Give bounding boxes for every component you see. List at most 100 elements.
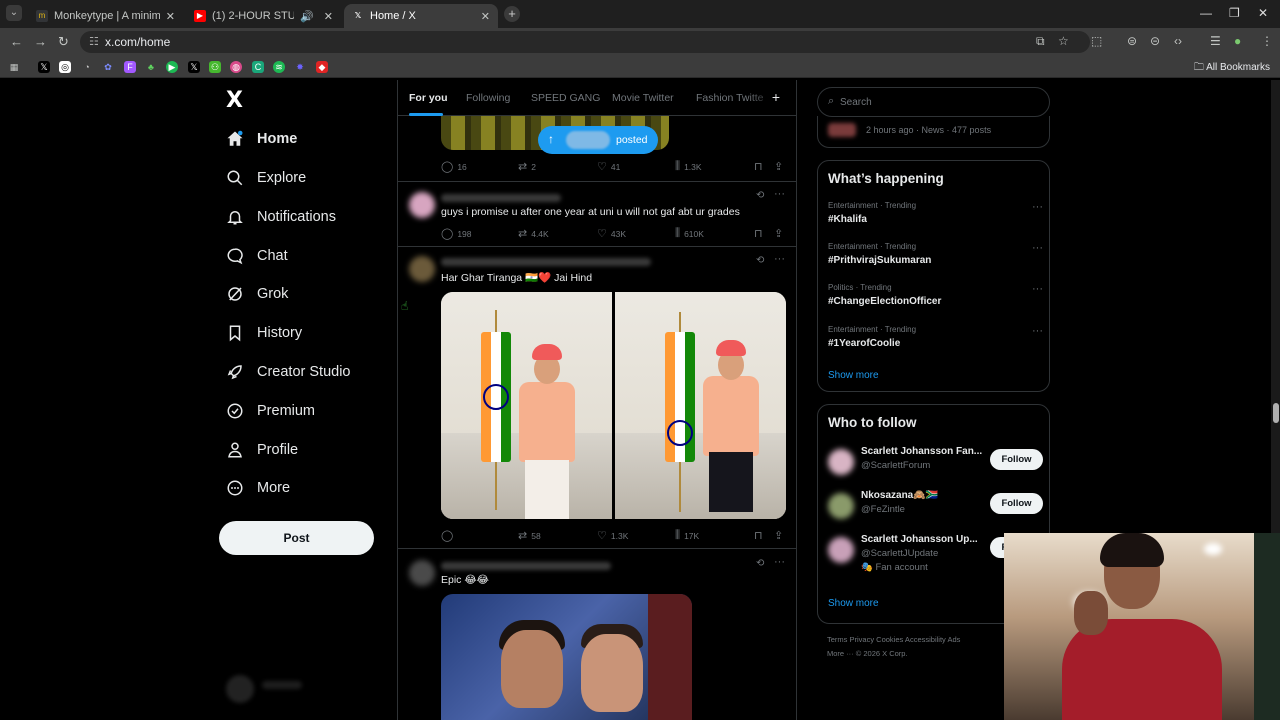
news-item[interactable]: 2 hours ago · News · 477 posts xyxy=(817,116,1050,148)
share-button[interactable]: ⇪ xyxy=(774,529,787,542)
more-icon[interactable]: ··· xyxy=(1032,325,1043,337)
tab-following[interactable]: Following xyxy=(466,92,510,104)
more-icon[interactable]: ··· xyxy=(1032,283,1043,295)
tab-search-button[interactable]: ⌄ xyxy=(6,5,22,21)
bookmark-play-icon[interactable]: ▶ xyxy=(166,61,178,73)
more-icon[interactable]: ··· xyxy=(774,253,785,265)
devtools-icon[interactable]: ‹› xyxy=(1174,34,1182,48)
trend-item[interactable]: Entertainment · Trending #Khalifa ··· xyxy=(828,201,1043,241)
views-button[interactable]: ⫼ 1.3K xyxy=(675,160,702,173)
new-posts-pill[interactable]: ↑ posted xyxy=(538,126,658,154)
views-button[interactable]: ⫼ 17K xyxy=(675,529,699,542)
post-button[interactable]: Post xyxy=(219,521,374,555)
like-button[interactable]: ♡ 1.3K xyxy=(597,529,628,542)
scrollbar-thumb[interactable] xyxy=(1273,403,1279,423)
x-logo[interactable]: X xyxy=(226,88,243,113)
bookmark-button[interactable]: ⊓ xyxy=(754,529,767,542)
bookmark-icon[interactable]: ♣ xyxy=(145,61,157,73)
repost-button[interactable]: ⇄ 2 xyxy=(518,160,536,173)
close-tab-icon[interactable]: ✕ xyxy=(166,10,175,23)
more-icon[interactable]: ··· xyxy=(1032,201,1043,213)
post-photo[interactable] xyxy=(615,292,786,519)
post[interactable]: ⟲ ··· guys i promise u after one year at… xyxy=(398,181,796,246)
follow-suggestion[interactable]: Scarlett Johansson Fan... @ScarlettForum… xyxy=(828,446,1043,486)
browser-tab-x[interactable]: 𝕏 Home / X ✕ xyxy=(344,4,498,28)
reply-button[interactable]: ◯ 198 xyxy=(441,227,472,240)
bookmark-x-icon[interactable]: 𝕏 xyxy=(38,61,50,73)
bookmark-figma-icon[interactable]: F xyxy=(124,61,136,73)
bookmark-spotify-icon[interactable]: ≋ xyxy=(273,61,285,73)
account-switcher[interactable] xyxy=(226,675,386,705)
footer-links[interactable]: Terms Privacy Cookies Accessibility Ads xyxy=(827,635,960,644)
profile-icon[interactable]: ● xyxy=(1234,34,1241,48)
bookmark-button[interactable]: ⊓ xyxy=(754,227,767,240)
bookmark-button[interactable]: ⊓ xyxy=(754,160,767,173)
bookmark-icon[interactable]: ⚇ xyxy=(209,61,221,73)
tab-strip-icon[interactable]: ☰ xyxy=(1210,34,1221,48)
views-button[interactable]: ⫼ 610K xyxy=(675,227,704,240)
bookmark-icon[interactable]: ✸ xyxy=(294,61,306,73)
follow-button[interactable]: Follow xyxy=(990,493,1043,514)
footer-copyright[interactable]: More ··· © 2026 X Corp. xyxy=(827,649,908,658)
sidebar-item-more[interactable]: More xyxy=(226,473,290,503)
close-tab-icon[interactable]: ✕ xyxy=(481,10,490,23)
site-info-icon[interactable]: ☷ xyxy=(89,35,99,48)
grok-icon[interactable]: ⟲ xyxy=(756,255,764,266)
audio-icon[interactable]: 🔊 xyxy=(300,10,314,23)
more-icon[interactable]: ··· xyxy=(774,556,785,568)
bookmark-icon[interactable]: C xyxy=(252,61,264,73)
extensions-icon[interactable]: ⬚ xyxy=(1091,34,1102,48)
add-tab-icon[interactable]: + xyxy=(772,89,780,105)
extension-icon[interactable]: ⊝ xyxy=(1150,34,1160,48)
bookmark-chatgpt-icon[interactable]: ◎ xyxy=(59,61,71,73)
reload-icon[interactable]: ↻ xyxy=(58,34,69,50)
post[interactable]: ⟲ ··· Har Ghar Tiranga 🇮🇳❤️ Jai Hind ◯ ⇄… xyxy=(398,246,796,548)
bookmark-icon[interactable]: ◆ xyxy=(316,61,328,73)
repost-button[interactable]: ⇄ 4.4K xyxy=(518,227,549,240)
browser-tab-monkeytype[interactable]: m Monkeytype | A minimalistic, cu ✕ xyxy=(28,4,183,28)
grok-icon[interactable]: ⟲ xyxy=(756,558,764,569)
follow-suggestion[interactable]: Nkosazana🙈🇿🇦 @FeZintle Follow xyxy=(828,490,1043,530)
menu-icon[interactable]: ⋮ xyxy=(1261,34,1273,48)
minimize-icon[interactable]: — xyxy=(1200,6,1212,20)
search-input[interactable]: ⌕ Search xyxy=(817,87,1050,117)
reply-button[interactable]: ◯ 16 xyxy=(441,160,467,173)
tab-for-you[interactable]: For you xyxy=(409,92,448,104)
bookmark-icon[interactable]: ◍ xyxy=(230,61,242,73)
sidebar-item-chat[interactable]: Chat xyxy=(226,241,288,271)
trend-item[interactable]: Entertainment · Trending #PrithvirajSuku… xyxy=(828,242,1043,282)
sidebar-item-profile[interactable]: Profile xyxy=(226,435,298,465)
address-bar[interactable]: ☷ x.com/home xyxy=(80,31,1090,53)
apps-icon[interactable]: ▦ xyxy=(8,61,20,73)
like-button[interactable]: ♡ 41 xyxy=(597,160,620,173)
extension-icon[interactable]: ⊜ xyxy=(1127,34,1137,48)
bookmark-icon[interactable]: ✿ xyxy=(102,61,114,73)
bookmark-icon[interactable]: ◔ xyxy=(81,61,93,73)
sidebar-item-grok[interactable]: Grok xyxy=(226,279,288,309)
trend-item[interactable]: Entertainment · Trending #1YearofCoolie … xyxy=(828,325,1043,365)
tab-speed-gang[interactable]: SPEED GANG xyxy=(531,92,600,104)
show-more-link[interactable]: Show more xyxy=(828,598,879,609)
new-tab-button[interactable]: + xyxy=(504,6,520,22)
trend-item[interactable]: Politics · Trending #ChangeElectionOffic… xyxy=(828,283,1043,323)
sidebar-item-premium[interactable]: Premium xyxy=(226,396,315,426)
share-button[interactable]: ⇪ xyxy=(774,227,787,240)
bookmark-star-icon[interactable]: ☆ xyxy=(1058,34,1069,48)
more-icon[interactable]: ··· xyxy=(774,188,785,200)
sidebar-item-creator-studio[interactable]: Creator Studio xyxy=(226,357,351,387)
show-more-link[interactable]: Show more xyxy=(828,370,879,381)
post-photo[interactable] xyxy=(441,292,612,519)
post-photo[interactable] xyxy=(441,594,692,720)
more-icon[interactable]: ··· xyxy=(1032,242,1043,254)
reply-button[interactable]: ◯ xyxy=(441,529,457,542)
browser-tab-youtube[interactable]: ▶ (1) 2-HOUR STUDY WITH M 🔊 ✕ xyxy=(186,4,341,28)
like-button[interactable]: ♡ 43K xyxy=(597,227,626,240)
sidebar-item-history[interactable]: History xyxy=(226,318,302,348)
repost-button[interactable]: ⇄ 58 xyxy=(518,529,541,542)
cast-icon[interactable]: ⧉ xyxy=(1036,34,1045,49)
sidebar-item-notifications[interactable]: Notifications xyxy=(226,202,336,232)
share-button[interactable]: ⇪ xyxy=(774,160,787,173)
follow-button[interactable]: Follow xyxy=(990,449,1043,470)
maximize-icon[interactable]: ❐ xyxy=(1229,6,1240,20)
bookmark-x-icon[interactable]: 𝕏 xyxy=(188,61,200,73)
